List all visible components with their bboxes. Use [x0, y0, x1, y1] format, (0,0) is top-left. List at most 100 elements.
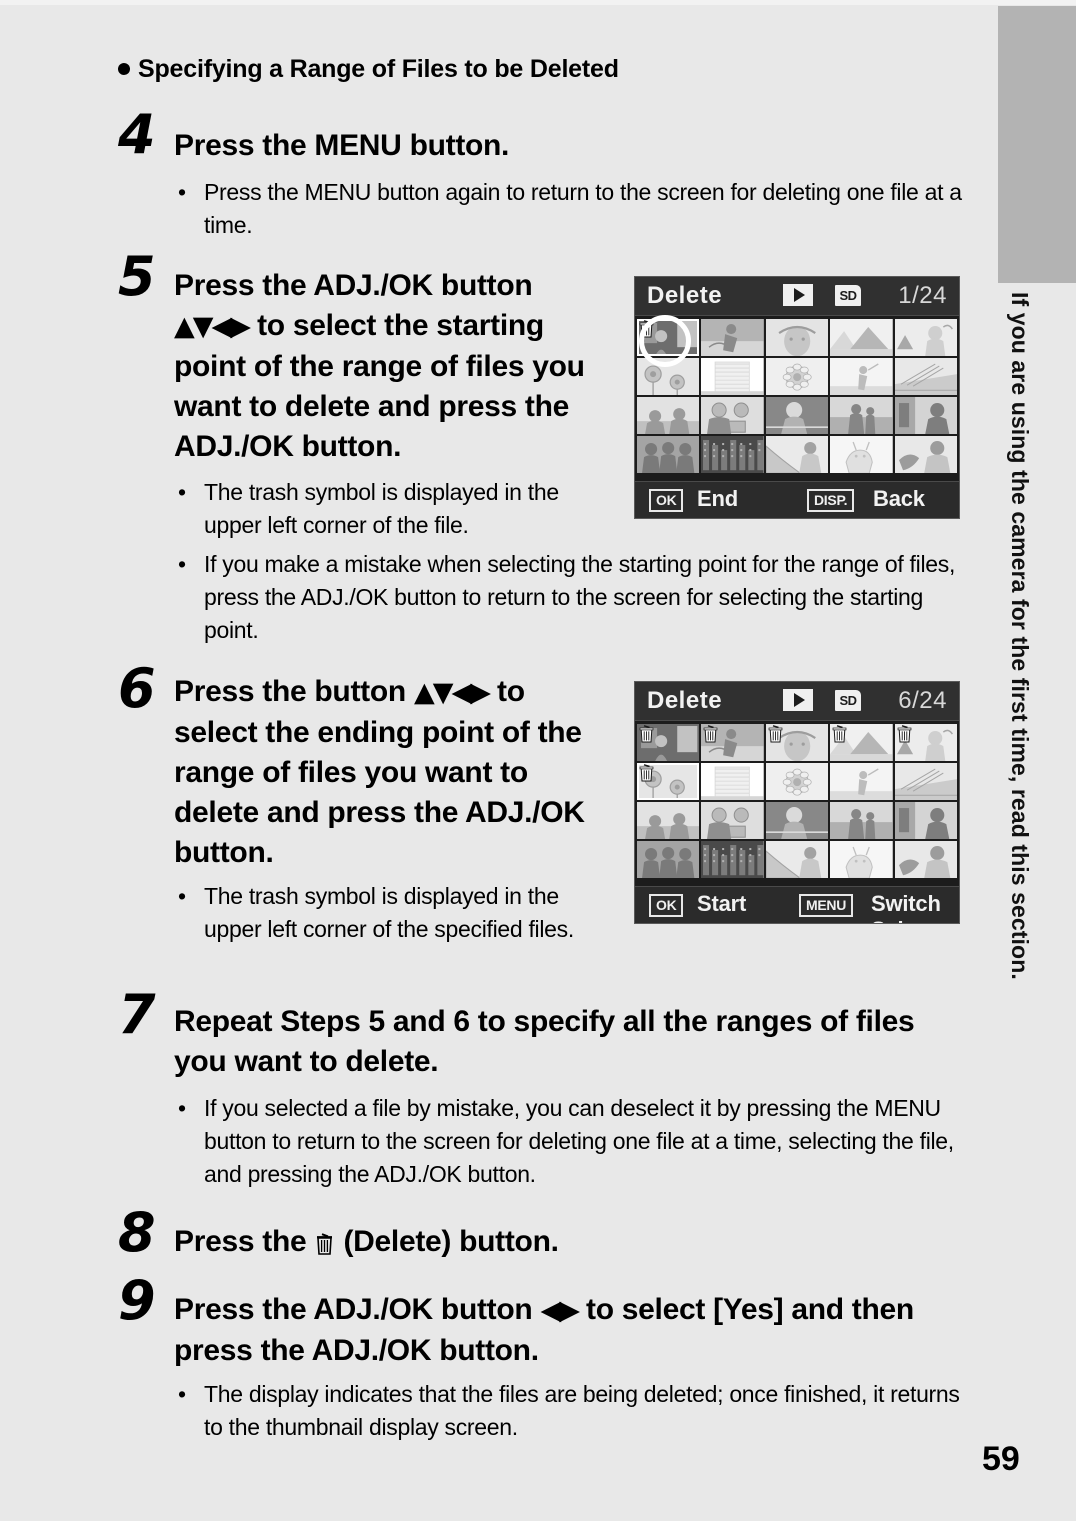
thumbnail-item[interactable] [701, 841, 764, 878]
side-tab-block [998, 6, 1076, 283]
trash-icon [639, 764, 654, 782]
thumbnail-item[interactable] [701, 397, 764, 434]
step-title-5-part1: Press the ADJ./OK button [174, 269, 533, 302]
section-heading-text: Specifying a Range of Files to be Delete… [138, 55, 619, 83]
thumbnail-item[interactable] [701, 319, 764, 356]
bullet-text: The display indicates that the files are… [204, 1381, 960, 1440]
thumbnail-item[interactable] [637, 841, 700, 878]
thumbnail-item[interactable] [894, 358, 957, 395]
thumbnail-item[interactable] [894, 436, 957, 473]
thumbnail-item[interactable] [830, 802, 893, 839]
step-title-8-part1: Press the [174, 1225, 307, 1258]
step-5-bullet-1: • The trash symbol is displayed in the u… [178, 476, 604, 542]
ok-key-label: End [697, 486, 738, 511]
disp-key-icon: DISP. [807, 489, 855, 512]
step-title-9-part1: Press the ADJ./OK button [174, 1293, 533, 1326]
thumbnail-item[interactable] [765, 358, 829, 395]
thumbnail-item[interactable] [765, 841, 829, 878]
thumbnail-item[interactable] [637, 763, 700, 800]
lcd-file-counter: 1/24 [898, 282, 947, 309]
bullet-marker: • [178, 883, 186, 909]
thumbnail-item[interactable] [637, 319, 700, 356]
menu-key-label: Switch Sel [871, 891, 941, 923]
step-title-6: Press the button ▲▼◀▶ to select the endi… [174, 672, 604, 873]
thumbnail-item[interactable] [894, 802, 957, 839]
step-title-8: Press the (Delete) button. [174, 1222, 964, 1262]
step-number-8: 8 [118, 1201, 156, 1264]
trash-icon [897, 725, 912, 743]
trash-icon [316, 1226, 333, 1255]
thumbnail-item[interactable] [830, 436, 893, 473]
thumbnail-item[interactable] [894, 319, 957, 356]
trash-icon [832, 725, 847, 743]
sd-card-icon: SD [835, 285, 861, 306]
bullet-marker: • [178, 551, 186, 577]
play-icon [783, 284, 813, 306]
lcd-header-1: Delete SD 1/24 [635, 277, 959, 316]
thumbnail-item[interactable] [765, 724, 829, 761]
step-5-bullet-2: • If you make a mistake when selecting t… [178, 548, 966, 647]
lcd-header-2: Delete SD 6/24 [635, 682, 959, 721]
thumbnail-item[interactable] [637, 436, 700, 473]
trash-icon [639, 725, 654, 743]
thumbnail-item[interactable] [894, 724, 957, 761]
thumbnail-item[interactable] [765, 763, 829, 800]
thumbnail-item[interactable] [894, 397, 957, 434]
thumbnail-item[interactable] [701, 802, 764, 839]
thumbnail-item[interactable] [765, 436, 829, 473]
direction-arrows-icon: ▲▼◀▶ [413, 677, 491, 708]
thumbnail-item[interactable] [701, 358, 764, 395]
step-title-8-part2: (Delete) button. [343, 1225, 559, 1258]
bullet-text: The trash symbol is displayed in the upp… [204, 479, 559, 538]
step-6-bullet-1: • The trash symbol is displayed in the u… [178, 880, 604, 946]
thumbnail-item[interactable] [637, 358, 700, 395]
thumbnail-item[interactable] [637, 724, 700, 761]
thumbnail-item[interactable] [765, 319, 829, 356]
trash-icon [703, 725, 718, 743]
thumbnail-item[interactable] [637, 802, 700, 839]
thumbnail-item[interactable] [894, 841, 957, 878]
thumbnail-item[interactable] [701, 436, 764, 473]
lcd-footer-1: OK End DISP. Back [635, 481, 959, 518]
ok-key-icon: OK [649, 489, 684, 512]
thumbnail-item[interactable] [830, 724, 893, 761]
step-number-9: 9 [118, 1269, 156, 1332]
camera-screen-start-point: Delete SD 1/24 OK End DISP. Back [634, 276, 960, 519]
thumbnail-item[interactable] [894, 763, 957, 800]
lcd-file-counter: 6/24 [898, 687, 947, 714]
sd-card-icon: SD [835, 690, 861, 711]
thumbnail-item[interactable] [765, 397, 829, 434]
step-number-5: 5 [118, 245, 156, 308]
lcd-title: Delete [647, 282, 723, 309]
step-title-4: Press the MENU button. [174, 129, 510, 162]
ok-key-icon: OK [649, 894, 684, 917]
thumbnail-item[interactable] [830, 841, 893, 878]
page-number: 59 [982, 1440, 1020, 1478]
thumbnail-grid-1 [635, 316, 959, 476]
lcd-title: Delete [647, 687, 723, 714]
thumbnail-item[interactable] [830, 319, 893, 356]
thumbnail-item[interactable] [701, 763, 764, 800]
camera-screen-end-point: Delete SD 6/24 OK Start MENU Switch [634, 681, 960, 924]
manual-page: If you are using the camera for the firs… [0, 0, 1080, 1521]
bullet-marker: • [178, 1095, 186, 1121]
bullet-marker: • [178, 479, 186, 505]
side-tab-text: If you are using the camera for the firs… [1007, 292, 1033, 980]
step-title-5: Press the ADJ./OK button ▲▼◀▶ to select … [174, 266, 614, 467]
direction-arrows-icon: ▲▼◀▶ [174, 311, 251, 342]
lcd-footer-2: OK Start MENU Switch Sel [635, 886, 959, 923]
bullet-text: Press the MENU button again to return to… [204, 179, 962, 238]
step-7-bullet-1: • If you selected a file by mistake, you… [178, 1092, 970, 1191]
step-title-6-part1: Press the button [174, 675, 406, 708]
bullet-text: The trash symbol is displayed in the upp… [204, 883, 574, 942]
ok-key-label: Start [697, 891, 747, 916]
trash-icon [768, 725, 783, 743]
thumbnail-item[interactable] [830, 358, 893, 395]
filled-circle-icon [118, 63, 130, 75]
disp-key-label: Back [873, 486, 925, 511]
thumbnail-item[interactable] [830, 397, 893, 434]
thumbnail-item[interactable] [701, 724, 764, 761]
thumbnail-item[interactable] [637, 397, 700, 434]
thumbnail-item[interactable] [830, 763, 893, 800]
thumbnail-item[interactable] [765, 802, 829, 839]
